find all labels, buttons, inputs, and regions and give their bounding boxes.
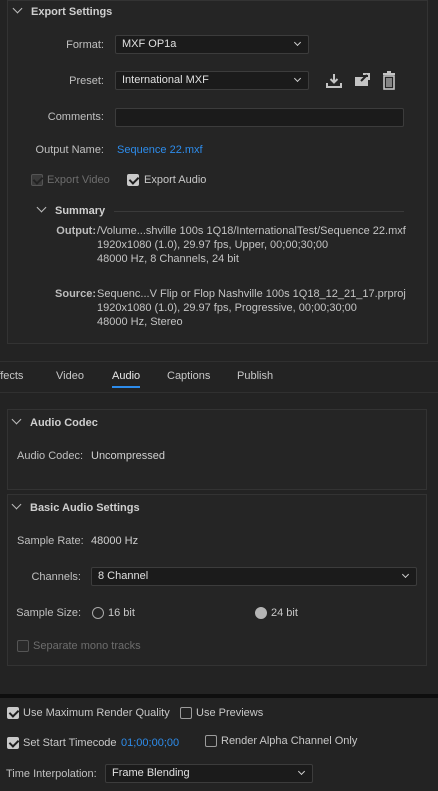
tabs-top-divider — [0, 361, 438, 362]
summary-divider — [114, 211, 404, 212]
chevron-down-icon — [36, 202, 47, 213]
summary-source-key: Source: — [55, 288, 96, 300]
sample-rate-value: 48000 Hz — [91, 535, 139, 547]
save-preset-icon[interactable] — [325, 72, 343, 90]
set-start-timecode-label: Set Start Timecode — [23, 737, 117, 749]
channels-value: 8 Channel — [98, 570, 149, 582]
summary-output-line: 48000 Hz, 8 Channels, 24 bit — [97, 253, 239, 265]
summary-source-line: Sequenc...V Flip or Flop Nashville 100s … — [97, 288, 406, 300]
sample-size-16bit-radio[interactable] — [92, 607, 104, 619]
separate-mono-checkbox[interactable] — [17, 640, 29, 652]
format-label: Format: — [66, 39, 104, 51]
summary-source-line: 48000 Hz, Stereo — [97, 316, 183, 328]
chevron-down-icon — [297, 767, 306, 776]
preset-value: International MXF — [122, 74, 209, 86]
use-previews-label: Use Previews — [196, 707, 264, 719]
time-interpolation-value: Frame Blending — [112, 767, 190, 779]
audio-codec-header[interactable]: Audio Codec — [11, 414, 98, 429]
channels-dropdown[interactable]: 8 Channel — [91, 567, 417, 586]
export-video-checkbox[interactable] — [31, 174, 43, 186]
summary-output-line: /Volume...shville 100s 1Q18/Internationa… — [97, 225, 406, 237]
sample-size-24bit-label: 24 bit — [271, 607, 298, 619]
max-render-quality-label: Use Maximum Render Quality — [23, 707, 170, 719]
chevron-down-icon — [11, 414, 22, 425]
export-audio-label: Export Audio — [144, 174, 207, 186]
delete-preset-icon[interactable] — [381, 71, 397, 90]
import-preset-icon[interactable] — [352, 72, 372, 90]
chevron-down-icon — [401, 570, 410, 579]
summary-header[interactable]: Summary — [36, 202, 106, 217]
chevron-down-icon — [293, 74, 302, 83]
format-value: MXF OP1a — [122, 38, 177, 50]
export-video-label: Export Video — [47, 174, 110, 186]
sample-size-24bit-radio[interactable] — [255, 607, 267, 619]
tab-audio[interactable]: Audio — [112, 370, 141, 388]
output-name-label: Output Name: — [35, 144, 104, 156]
output-name-link[interactable]: Sequence 22.mxf — [117, 144, 203, 156]
format-dropdown[interactable]: MXF OP1a — [115, 35, 309, 54]
preset-dropdown[interactable]: International MXF — [115, 71, 309, 90]
tab-video[interactable]: Video — [56, 370, 84, 382]
bottom-divider — [0, 694, 438, 698]
audio-codec-value: Uncompressed — [91, 450, 165, 462]
audio-codec-label: Audio Codec: — [17, 450, 84, 462]
separate-mono-label: Separate mono tracks — [33, 640, 141, 652]
summary-source-line: 1920x1080 (1.0), 29.97 fps, Progressive,… — [97, 302, 357, 314]
use-previews-checkbox[interactable] — [180, 707, 192, 719]
render-alpha-checkbox[interactable] — [205, 735, 217, 747]
start-timecode-value[interactable]: 01;00;00;00 — [121, 737, 179, 749]
summary-output-line: 1920x1080 (1.0), 29.97 fps, Upper, 00;00… — [97, 239, 329, 251]
export-settings-title: Export Settings — [31, 6, 113, 18]
chevron-down-icon — [12, 3, 23, 14]
basic-audio-title: Basic Audio Settings — [30, 502, 140, 514]
basic-audio-header[interactable]: Basic Audio Settings — [11, 499, 140, 514]
max-render-quality-checkbox[interactable] — [7, 707, 19, 719]
tab-captions[interactable]: Captions — [167, 370, 210, 382]
chevron-down-icon — [293, 38, 302, 47]
set-start-timecode-checkbox[interactable] — [7, 737, 19, 749]
sample-rate-label: Sample Rate: — [17, 535, 84, 547]
export-settings-header[interactable]: Export Settings — [12, 3, 113, 18]
tab-effects[interactable]: Effects — [0, 370, 23, 382]
comments-field[interactable] — [115, 108, 404, 127]
time-interpolation-dropdown[interactable]: Frame Blending — [105, 764, 313, 783]
channels-label: Channels: — [31, 571, 81, 583]
chevron-down-icon — [11, 499, 22, 510]
summary-title: Summary — [55, 205, 106, 217]
comments-label: Comments: — [47, 111, 104, 123]
audio-codec-title: Audio Codec — [30, 417, 98, 429]
preset-label: Preset: — [69, 75, 104, 87]
tab-publish[interactable]: Publish — [237, 370, 273, 382]
tabs-bottom-divider — [0, 392, 438, 393]
render-alpha-label: Render Alpha Channel Only — [221, 735, 358, 747]
export-audio-checkbox[interactable] — [127, 174, 139, 186]
summary-output-key: Output: — [56, 225, 96, 237]
sample-size-label: Sample Size: — [16, 607, 81, 619]
sample-size-16bit-label: 16 bit — [108, 607, 135, 619]
time-interpolation-label: Time Interpolation: — [6, 768, 97, 780]
